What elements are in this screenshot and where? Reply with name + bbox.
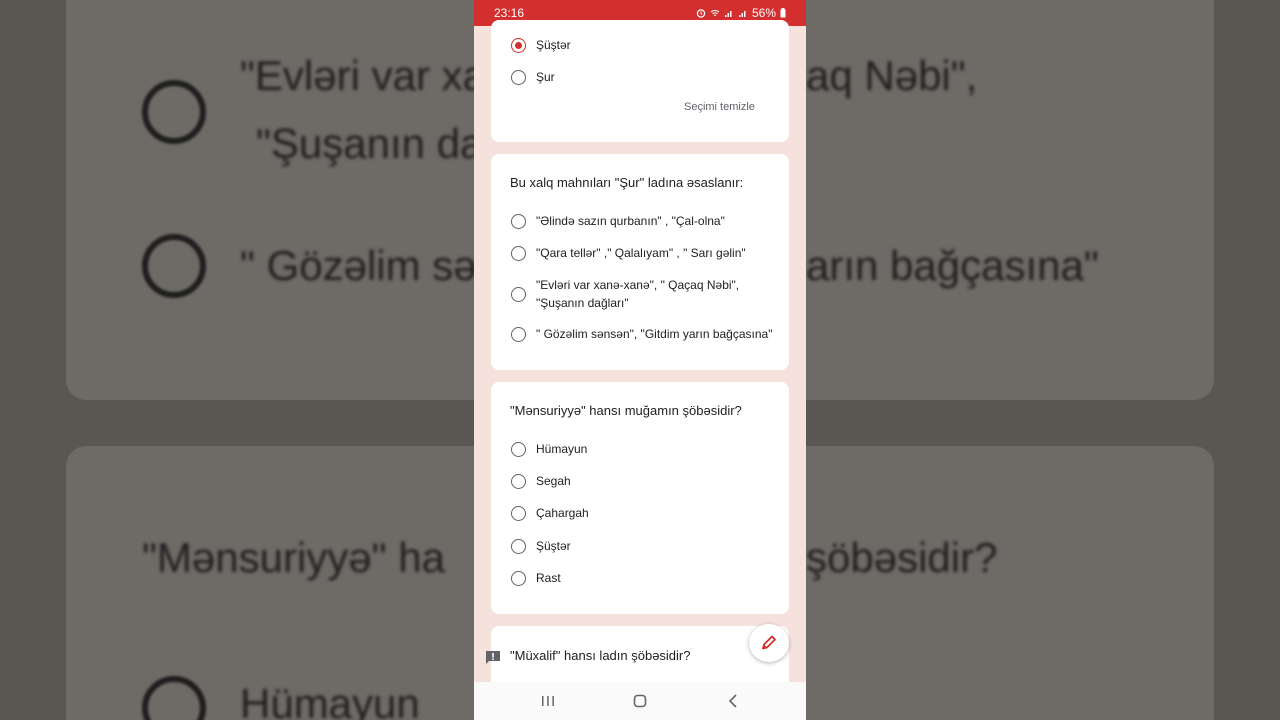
option-label: " Gözəlim sənsən", "Gitdim yarın bağçası… <box>536 327 773 341</box>
bg-text: şöbəsidir? <box>806 534 998 581</box>
question-card-sur: Bu xalq mahnıları "Şur" ladına əsaslanır… <box>491 154 789 370</box>
alarm-icon <box>696 9 706 18</box>
option-label: Çahargah <box>536 506 589 520</box>
clear-selection-button[interactable]: Seçimi temizle <box>684 101 755 113</box>
option-label: "Qara tellər" ," Qalalıyam" , " Sarı gəl… <box>536 246 746 260</box>
signal-icon <box>724 11 732 17</box>
option-label: "Evləri var xanə-xanə", " Qaçaq Nəbi", <box>536 278 740 292</box>
bg-text: arın bağçasına" <box>806 242 1099 289</box>
recent-apps-icon[interactable] <box>541 695 555 707</box>
radio-button[interactable] <box>511 539 526 554</box>
question-card-prev: Şüştər Şur Seçimi temizle <box>491 20 789 142</box>
android-nav-bar <box>474 682 806 720</box>
bg-text: "Şuşanın da <box>256 120 484 167</box>
status-icons: 56% <box>696 6 786 20</box>
edit-fab-button[interactable] <box>749 624 789 662</box>
radio-button[interactable] <box>511 246 526 261</box>
battery-icon <box>780 8 786 18</box>
bg-text: "Evləri var xa <box>240 52 486 99</box>
phone-screen: 23:16 56% Şüştər Şur Seçimi temizle Bu x… <box>474 0 806 720</box>
radio-button[interactable] <box>511 442 526 457</box>
back-icon[interactable] <box>727 694 739 708</box>
radio-button[interactable] <box>511 214 526 229</box>
status-time: 23:16 <box>494 6 525 20</box>
question-card-mensuriyye: "Mənsuriyyə" hansı muğamın şöbəsidir? Hü… <box>491 382 789 614</box>
bg-text: Hümayun <box>240 680 420 720</box>
bg-text: aq Nəbi", <box>806 52 978 99</box>
question-title: "Mənsuriyyə" hansı muğamın şöbəsidir? <box>510 403 742 418</box>
radio-button[interactable] <box>511 571 526 586</box>
radio-button[interactable] <box>511 506 526 521</box>
radio-button[interactable] <box>511 287 526 302</box>
option-label: Şüştər <box>536 38 571 52</box>
bg-radio-icon <box>142 234 206 298</box>
question-title: "Müxalif" hansı ladın şöbəsidir? <box>510 648 691 663</box>
radio-button-selected[interactable] <box>511 38 526 53</box>
battery-percent: 56% <box>751 6 776 20</box>
option-label: Segah <box>536 474 571 488</box>
pencil-icon <box>762 635 776 650</box>
option-label: Hümayun <box>536 442 588 456</box>
report-icon[interactable] <box>484 649 502 667</box>
option-label: Şüştər <box>536 539 571 553</box>
radio-button[interactable] <box>511 70 526 85</box>
radio-button[interactable] <box>511 474 526 489</box>
option-label: "Əlində sazın qurbanın" , "Çal-olna" <box>536 214 725 228</box>
radio-button[interactable] <box>511 327 526 342</box>
question-title: Bu xalq mahnıları "Şur" ladına əsaslanır… <box>510 175 744 190</box>
bg-text: "Mənsuriyyə" ha <box>142 534 445 581</box>
signal-icon <box>738 11 746 17</box>
bg-radio-icon <box>142 80 206 144</box>
wifi-icon <box>710 10 720 16</box>
home-icon[interactable] <box>633 694 647 708</box>
bg-text: " Gözəlim sə <box>240 242 477 289</box>
option-label: Şur <box>536 70 555 84</box>
option-label: Rast <box>536 571 561 585</box>
option-label: "Şuşanın dağları" <box>536 296 629 310</box>
